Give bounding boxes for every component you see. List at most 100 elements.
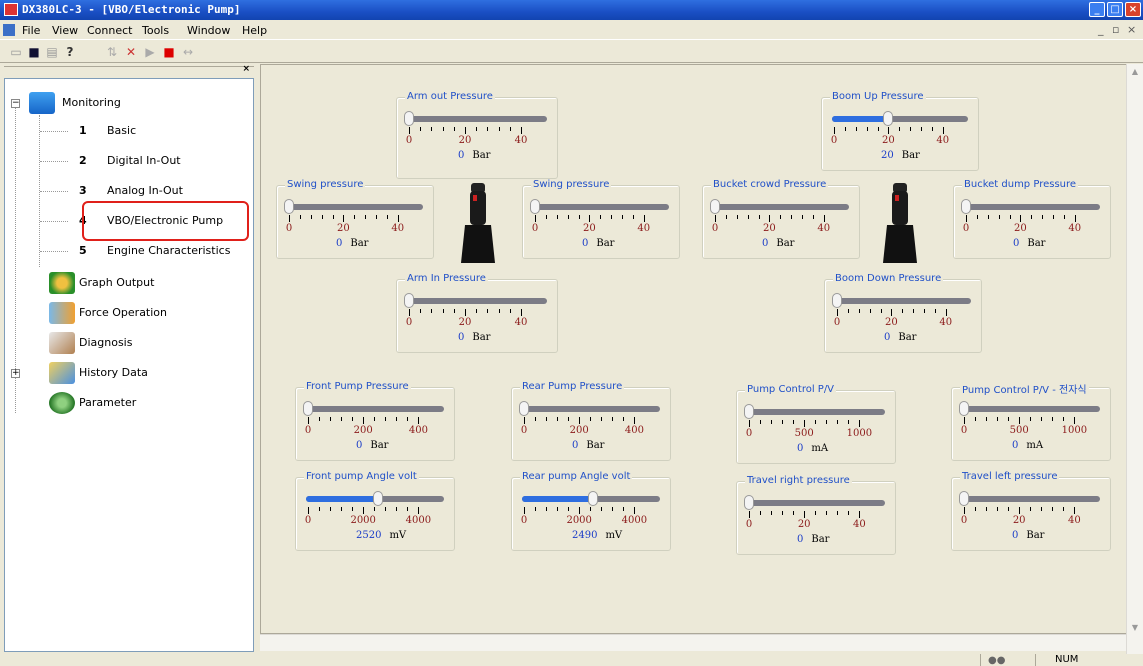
disconnect-icon[interactable]: ✕	[123, 44, 139, 60]
gauge-slider-thumb[interactable]	[587, 491, 598, 506]
help-icon[interactable]: ?	[62, 44, 78, 60]
tree-item-digital[interactable]: 2 Digital In-Out	[79, 154, 181, 167]
tree-item-history[interactable]: History Data	[79, 366, 148, 379]
gauge-tick	[330, 507, 332, 511]
gauge-tick	[308, 417, 309, 424]
panel-close-icon[interactable]: ×	[242, 64, 250, 74]
print-icon[interactable]: ▤	[44, 44, 60, 60]
gauge-title: Front pump Angle volt	[304, 471, 419, 482]
gauge-slider-thumb[interactable]	[372, 491, 383, 506]
tree-item-graph[interactable]: Graph Output	[79, 276, 154, 289]
gauge-slider-thumb[interactable]	[832, 293, 842, 308]
gauge-tick	[557, 417, 559, 421]
play-icon[interactable]: ▶	[142, 44, 158, 60]
close-icon[interactable]: ×	[1125, 2, 1141, 17]
menu-tools[interactable]: Tools	[142, 24, 169, 37]
tree-item-parameter[interactable]: Parameter	[79, 396, 136, 409]
item-number: 2	[79, 154, 87, 167]
connect-icon[interactable]: ⇅	[104, 44, 120, 60]
vertical-scrollbar[interactable]: ▲ ▼	[1126, 64, 1143, 654]
gauge-slider-thumb[interactable]	[303, 401, 313, 416]
gauge-panel: Bucket dump Pressure 0 20 40 0 Bar	[953, 179, 1111, 259]
mdi-close-icon[interactable]: ×	[1127, 23, 1136, 36]
gauge-unit: Bar	[596, 238, 615, 249]
gauge-tick	[374, 507, 376, 511]
gauge-slider-thumb[interactable]	[959, 491, 969, 506]
gauge-tick	[299, 215, 301, 219]
gauge-slider-thumb[interactable]	[961, 199, 971, 214]
gauge-slider-thumb[interactable]	[744, 495, 754, 510]
gauge-tick	[407, 507, 409, 511]
gauge-unit: Bar	[472, 332, 491, 343]
gauge-tick	[396, 417, 398, 421]
gauge-tick	[891, 309, 893, 316]
gauge-tick	[498, 127, 500, 131]
gauge-tick-label: 4000	[405, 515, 432, 526]
gauge-slider-thumb[interactable]	[404, 293, 414, 308]
menu-window[interactable]: Window	[187, 24, 230, 37]
gauge-readout: 0 Bar	[458, 332, 490, 343]
title-bar: DX380LC-3 - [VBO/Electronic Pump] _ □ ×	[0, 0, 1143, 20]
tree-item-force[interactable]: Force Operation	[79, 306, 167, 319]
scroll-down-icon[interactable]: ▼	[1127, 620, 1143, 636]
gauge-slider-thumb[interactable]	[404, 111, 414, 126]
gauge-tick	[1063, 507, 1065, 511]
selection-highlight	[82, 201, 249, 241]
gauge-tick	[1030, 417, 1032, 421]
collapse-icon[interactable]: −	[11, 99, 20, 108]
gauge-tick-label: 500	[1009, 425, 1029, 436]
gauge-slider-thumb[interactable]	[883, 111, 894, 126]
tree-item-diagnosis[interactable]: Diagnosis	[79, 336, 132, 349]
gauge-tick-label: 1000	[1061, 425, 1088, 436]
gauge-tick	[804, 511, 806, 518]
scroll-up-icon[interactable]: ▲	[1127, 64, 1143, 80]
gauge-slider-thumb[interactable]	[959, 401, 969, 416]
gauge-tick-label: 0	[745, 428, 753, 439]
gauge-slider-thumb[interactable]	[519, 401, 529, 416]
save-icon[interactable]: ■	[26, 44, 42, 60]
stop-icon[interactable]: ■	[161, 44, 177, 60]
gauge-tick-label: 40	[514, 317, 528, 328]
gauge-tick	[924, 309, 926, 313]
toolbar: ▭ ■ ▤ ? ⇅ ✕ ▶ ■ ↔	[0, 39, 1143, 63]
gauge-tick	[837, 511, 839, 515]
open-icon[interactable]: ▭	[8, 44, 24, 60]
gauge-slider-thumb[interactable]	[284, 199, 294, 214]
menu-file[interactable]: File	[22, 24, 40, 37]
tree-item-basic[interactable]: 1 Basic	[79, 124, 136, 137]
gauge-panel: Boom Down Pressure 0 20 40 0 Bar	[824, 273, 982, 353]
gauge-slider-thumb[interactable]	[744, 404, 754, 419]
gauge-readout: 0 Bar	[1013, 238, 1045, 249]
menu-help[interactable]: Help	[242, 24, 267, 37]
menu-connect[interactable]: Connect	[87, 24, 132, 37]
horizontal-scrollbar[interactable]	[260, 634, 1126, 651]
gauge-readout: 2490 mV	[572, 530, 622, 541]
gauge-slider-thumb[interactable]	[530, 199, 540, 214]
mdi-restore-icon[interactable]: ▫	[1112, 23, 1119, 36]
tree-item-analog[interactable]: 3 Analog In-Out	[79, 184, 183, 197]
gauge-tick-label: 20	[337, 223, 350, 234]
gauge-tick	[725, 215, 727, 219]
gauge-tick-label: 4000	[621, 515, 648, 526]
swap-icon[interactable]: ↔	[180, 44, 196, 60]
gauge-tick-label: 20	[458, 135, 472, 146]
gauge-tick	[568, 507, 570, 511]
tree-item-engine[interactable]: 5 Engine Characteristics	[79, 244, 230, 257]
gauge-tick	[612, 507, 614, 511]
gauge-tick-label: 40	[1068, 515, 1081, 526]
expand-icon[interactable]: +	[11, 369, 20, 378]
gauge-tick	[1008, 417, 1010, 421]
menu-view[interactable]: View	[52, 24, 78, 37]
minimize-icon[interactable]: _	[1089, 2, 1105, 17]
mdi-minimize-icon[interactable]: _	[1098, 23, 1104, 36]
maximize-icon[interactable]: □	[1107, 2, 1123, 17]
gauge-track	[744, 404, 885, 419]
tree-item-monitoring[interactable]: Monitoring	[62, 96, 121, 109]
gauge-slider-thumb[interactable]	[710, 199, 720, 214]
gauge-tick	[976, 215, 978, 219]
gauge-tick-label: 40	[637, 223, 651, 234]
gauge-tick-label: 40	[936, 135, 950, 146]
gauge-tick	[453, 309, 455, 313]
gauge-tick	[521, 127, 522, 134]
gauge-tick	[601, 417, 603, 421]
